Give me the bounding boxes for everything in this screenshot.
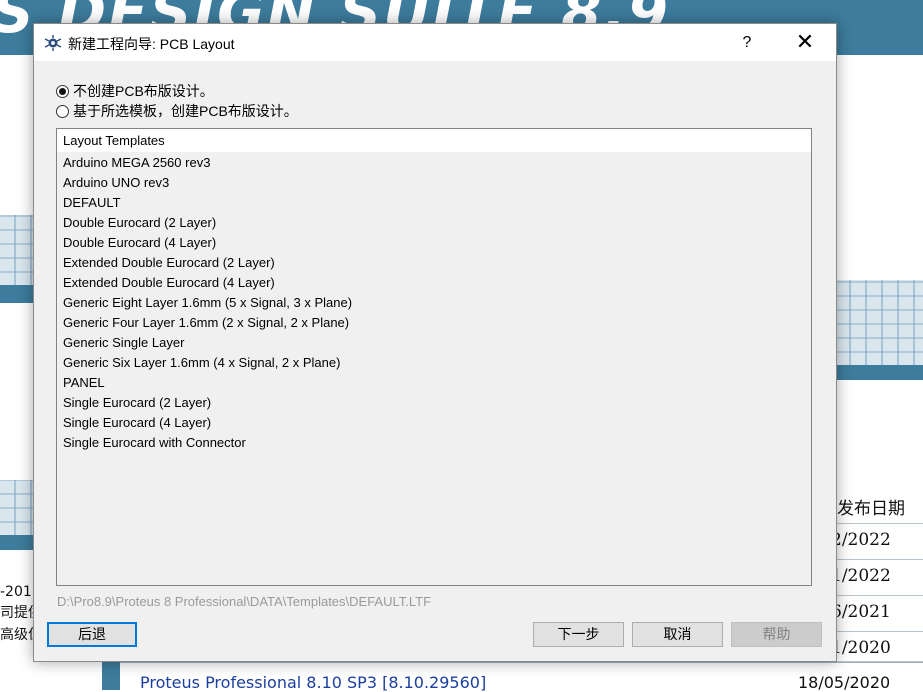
dialog-titlebar[interactable]: 新建工程向导: PCB Layout ? ✕ xyxy=(34,24,836,61)
back-button[interactable]: 后退 xyxy=(47,622,137,647)
list-items: Arduino MEGA 2560 rev3 Arduino UNO rev3 … xyxy=(63,153,352,453)
dialog-title: 新建工程向导: PCB Layout xyxy=(68,36,235,52)
list-item[interactable]: Arduino MEGA 2560 rev3 xyxy=(63,153,352,173)
radio-label: 不创建PCB布版设计。 xyxy=(73,83,214,99)
list-item[interactable]: Single Eurocard with Connector xyxy=(63,433,352,453)
list-item[interactable]: PANEL xyxy=(63,373,352,393)
list-header: Layout Templates xyxy=(57,129,811,152)
radio-label: 基于所选模板，创建PCB布版设计。 xyxy=(73,103,298,119)
layout-templates-list[interactable]: Layout Templates Arduino MEGA 2560 rev3 … xyxy=(56,128,812,586)
background-release-date: 18/05/2020 xyxy=(798,673,891,692)
list-item[interactable]: Double Eurocard (4 Layer) xyxy=(63,233,352,253)
list-item[interactable]: Generic Eight Layer 1.6mm (5 x Signal, 3… xyxy=(63,293,352,313)
background-text-fragment: -201 xyxy=(0,584,32,600)
list-item[interactable]: Single Eurocard (2 Layer) xyxy=(63,393,352,413)
list-item[interactable]: Arduino UNO rev3 xyxy=(63,173,352,193)
new-project-wizard-dialog: 新建工程向导: PCB Layout ? ✕ 不创建PCB布版设计。 基于所选模… xyxy=(33,23,837,662)
radio-from-template[interactable]: 基于所选模板，创建PCB布版设计。 xyxy=(56,101,298,121)
radio-button[interactable] xyxy=(56,104,69,118)
proteus-app-icon xyxy=(44,35,62,51)
radio-no-pcb[interactable]: 不创建PCB布版设计。 xyxy=(56,81,214,101)
close-icon-button[interactable]: ✕ xyxy=(784,24,826,61)
list-item[interactable]: Extended Double Eurocard (2 Layer) xyxy=(63,253,352,273)
list-item[interactable]: Double Eurocard (2 Layer) xyxy=(63,213,352,233)
background-pcb-graphic xyxy=(835,280,923,365)
background-strip xyxy=(835,365,923,380)
list-item[interactable]: Generic Four Layer 1.6mm (2 x Signal, 2 … xyxy=(63,313,352,333)
list-item[interactable]: Single Eurocard (4 Layer) xyxy=(63,413,352,433)
background-release-link[interactable]: Proteus Professional 8.10 SP3 [8.10.2956… xyxy=(140,673,486,692)
help-button[interactable]: 帮助 xyxy=(731,622,822,647)
next-button[interactable]: 下一步 xyxy=(533,622,624,647)
list-item[interactable]: Generic Six Layer 1.6mm (4 x Signal, 2 x… xyxy=(63,353,352,373)
help-icon-button[interactable]: ? xyxy=(731,24,763,61)
radio-button-checked[interactable] xyxy=(56,84,69,98)
template-path: D:\Pro8.9\Proteus 8 Professional\DATA\Te… xyxy=(57,594,432,609)
list-item[interactable]: Extended Double Eurocard (4 Layer) xyxy=(63,273,352,293)
list-item[interactable]: DEFAULT xyxy=(63,193,352,213)
list-item[interactable]: Generic Single Layer xyxy=(63,333,352,353)
cancel-button[interactable]: 取消 xyxy=(632,622,723,647)
